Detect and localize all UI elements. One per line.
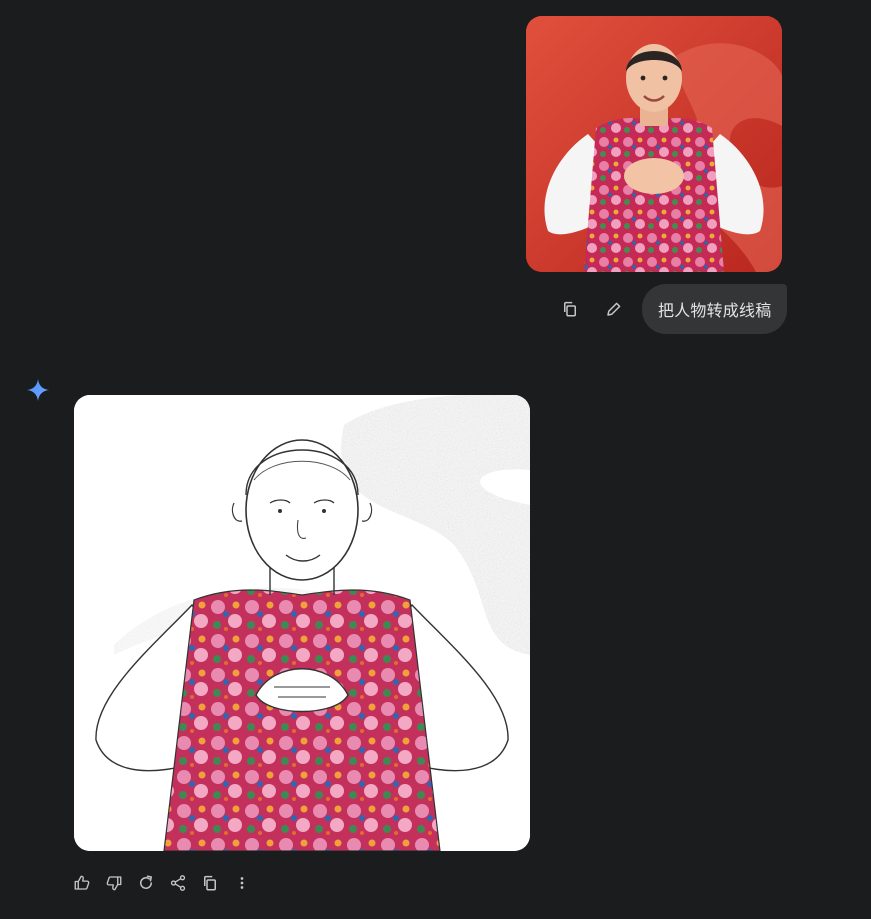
thumbs-down-icon xyxy=(106,876,122,891)
uploaded-photo[interactable] xyxy=(526,16,782,272)
user-message-actions: 把人物转成线稿 xyxy=(552,284,788,334)
user-prompt-text: 把人物转成线稿 xyxy=(658,301,772,320)
thumbs-up-icon xyxy=(74,875,90,890)
good-response-button[interactable] xyxy=(66,867,98,899)
edit-icon xyxy=(607,302,621,316)
chat-page: 把人物转成线稿 xyxy=(0,0,871,919)
share-icon xyxy=(170,875,186,891)
copy-icon xyxy=(564,301,576,317)
more-vert-icon xyxy=(240,877,244,889)
response-actions xyxy=(66,867,258,899)
generated-line-art-image[interactable] xyxy=(74,395,530,851)
edit-prompt-button[interactable] xyxy=(596,291,632,327)
more-options-button[interactable] xyxy=(226,867,258,899)
regenerate-button[interactable] xyxy=(130,867,162,899)
user-prompt-bubble: 把人物转成线稿 xyxy=(642,284,788,334)
share-button[interactable] xyxy=(162,867,194,899)
copy-prompt-button[interactable] xyxy=(552,291,588,327)
regenerate-icon xyxy=(140,875,152,889)
line-art-graphic xyxy=(74,395,530,851)
gemini-spark-icon xyxy=(27,379,49,401)
copy-icon xyxy=(204,875,216,891)
portrait-photo-graphic xyxy=(526,16,782,272)
bad-response-button[interactable] xyxy=(98,867,130,899)
copy-response-button[interactable] xyxy=(194,867,226,899)
